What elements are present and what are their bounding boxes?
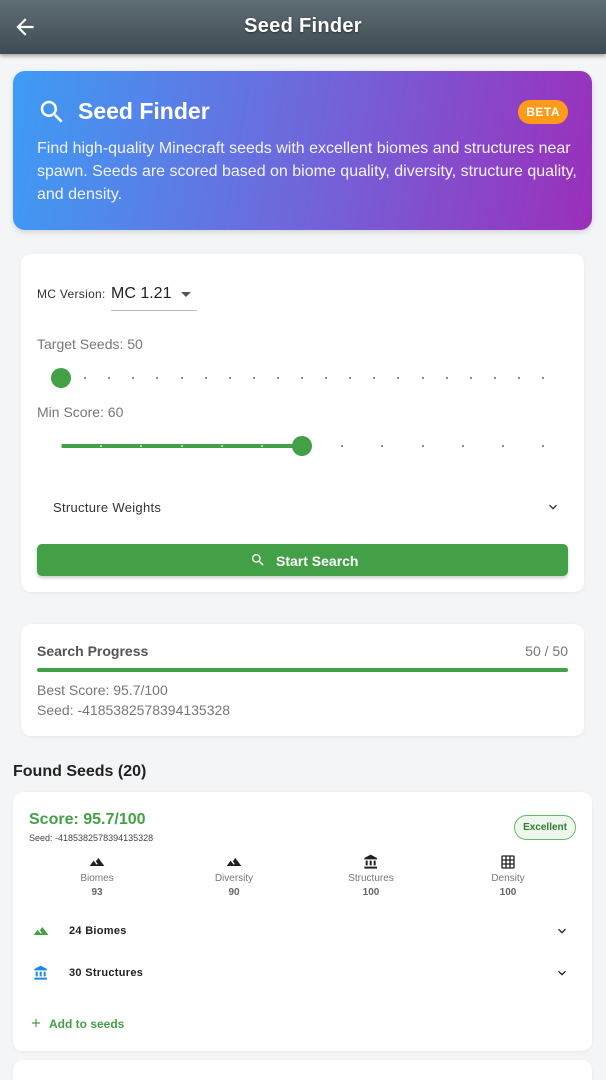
metric-label: Diversity — [214, 873, 254, 884]
search-settings-card: MC Version: MC 1.21 Target Seeds: 50 Min… — [21, 254, 584, 592]
chevron-down-icon — [558, 970, 566, 976]
target-seeds-label: Target Seeds: 50 — [37, 336, 143, 352]
terrain-icon — [226, 858, 242, 866]
slider-tick — [349, 377, 352, 379]
hero-description: Find high-quality Minecraft seeds with e… — [37, 140, 577, 203]
slider-thumb[interactable] — [51, 368, 71, 388]
structure-weights-expander[interactable]: Structure Weights — [37, 491, 567, 523]
chevron-down-icon — [558, 928, 566, 934]
app-bar: Seed Finder — [0, 0, 606, 54]
metric-value: 100 — [499, 887, 517, 898]
slider-tick — [397, 377, 400, 379]
mc-version-label: MC Version: — [37, 287, 106, 301]
slider-tick — [132, 377, 135, 379]
mc-version-value: MC 1.21 — [111, 285, 172, 302]
quality-badge: Excellent — [514, 815, 576, 840]
structure-weights-label: Structure Weights — [53, 500, 162, 515]
slider-tick — [301, 377, 303, 379]
slider-tick — [517, 377, 520, 379]
biomes-count-label: 24 Biomes — [69, 925, 127, 937]
search-progress-card: Search Progress 50 / 50 Best Score: 95.7… — [21, 624, 584, 736]
slider-tick — [260, 445, 263, 447]
metric-density: Density 100 — [458, 854, 558, 898]
slider-tick — [421, 445, 424, 447]
seed-value: Seed: -4185382578394135328 — [29, 833, 154, 843]
metric-label: Structures — [348, 873, 394, 884]
add-to-seeds-button[interactable]: Add to seeds — [29, 1014, 139, 1032]
hero-banner: Seed Finder BETA Find high-quality Minec… — [13, 71, 592, 230]
terrain-icon — [33, 927, 49, 935]
metric-value: 93 — [91, 887, 103, 898]
slider-tick — [542, 445, 544, 447]
min-score-slider[interactable] — [60, 434, 544, 458]
biomes-expander[interactable]: 24 Biomes — [29, 917, 576, 945]
metric-value: 90 — [228, 887, 240, 898]
slider-tick — [325, 377, 328, 379]
app-bar-title: Seed Finder — [244, 15, 362, 37]
slider-tick — [252, 377, 255, 379]
grid-icon — [501, 855, 515, 869]
slider-tick — [228, 377, 231, 379]
terrain-icon — [89, 858, 105, 866]
slider-tick — [108, 377, 111, 379]
metric-label: Density — [491, 873, 525, 884]
seed-result-card: Score: 95.7/100 Seed: -41853825783941353… — [13, 792, 592, 1051]
mc-version-dropdown[interactable]: MC 1.21 — [111, 278, 197, 311]
start-search-button[interactable]: Start Search — [37, 544, 568, 576]
start-search-label: Start Search — [276, 553, 359, 569]
slider-tick — [501, 445, 504, 447]
plus-icon — [31, 1018, 41, 1028]
metric-diversity: Diversity 90 — [184, 854, 284, 898]
slider-tick — [445, 377, 448, 379]
slider-tick — [461, 445, 464, 447]
progress-bar — [37, 668, 568, 672]
slider-tick — [60, 445, 62, 447]
slider-tick — [204, 377, 207, 379]
metric-biomes: Biomes 93 — [47, 854, 147, 898]
slider-tick — [469, 377, 472, 379]
structures-count-label: 30 Structures — [69, 967, 144, 979]
progress-title: Search Progress — [37, 643, 149, 659]
dropdown-caret-icon — [181, 292, 191, 297]
structures-expander[interactable]: 30 Structures — [29, 959, 576, 987]
bank-icon — [364, 854, 377, 869]
slider-tick — [84, 377, 87, 379]
slider-tick — [421, 377, 424, 379]
slider-tick — [220, 445, 223, 447]
slider-tick — [493, 377, 496, 379]
metric-structures: Structures 100 — [321, 854, 421, 898]
slider-tick — [180, 445, 183, 447]
seed-result-card — [13, 1060, 592, 1080]
chevron-down-icon — [549, 504, 557, 510]
slider-tick — [180, 377, 183, 379]
slider-tick — [542, 377, 544, 379]
best-score-text: Best Score: 95.7/100 — [37, 682, 168, 698]
bank-icon — [34, 965, 47, 980]
best-seed-text: Seed: -4185382578394135328 — [37, 702, 231, 718]
search-icon — [40, 100, 63, 123]
slider-tick — [341, 445, 344, 447]
slider-tick — [373, 377, 376, 379]
search-icon — [252, 554, 264, 566]
add-to-seeds-label: Add to seeds — [49, 1017, 125, 1031]
progress-count: 50 / 50 — [525, 643, 568, 659]
seed-score: Score: 95.7/100 — [29, 811, 146, 828]
beta-badge: BETA — [518, 100, 568, 124]
slider-thumb[interactable] — [292, 436, 312, 456]
min-score-label: Min Score: 60 — [37, 404, 124, 420]
slider-tick — [156, 377, 159, 379]
found-seeds-title: Found Seeds (20) — [13, 763, 147, 780]
target-seeds-slider[interactable] — [51, 366, 544, 390]
metric-label: Biomes — [80, 873, 114, 884]
progress-bar-fill — [37, 668, 568, 672]
hero-title: Seed Finder — [78, 98, 210, 124]
slider-tick — [276, 377, 279, 379]
metric-value: 100 — [362, 887, 380, 898]
slider-tick — [381, 445, 384, 447]
